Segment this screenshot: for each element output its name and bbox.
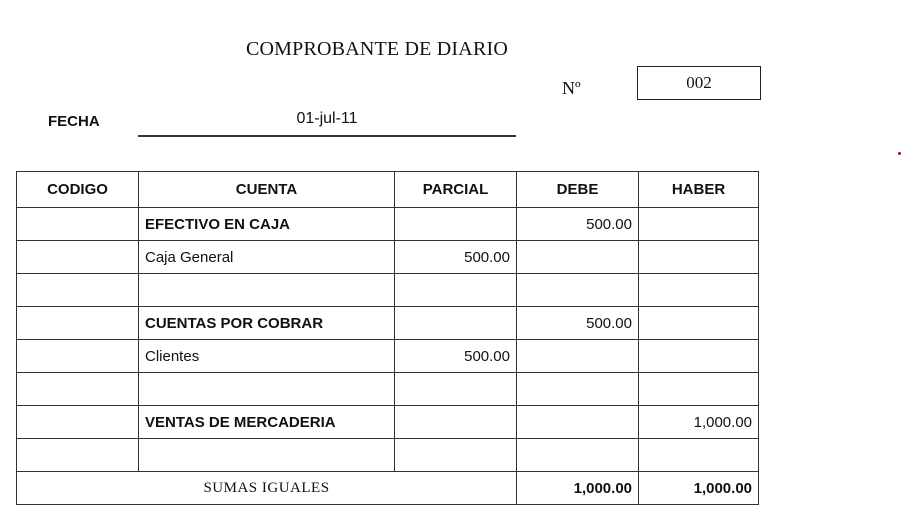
parcial-cell [394, 405, 517, 439]
haber-cell [638, 273, 759, 307]
parcial-cell [394, 438, 517, 472]
table-header-row: CODIGO CUENTA PARCIAL DEBE HABER [16, 171, 759, 208]
date-label: FECHA [48, 113, 100, 130]
cuenta-cell [138, 438, 395, 472]
table-row [16, 372, 759, 406]
voucher-number: 002 [686, 73, 712, 92]
parcial-cell [394, 207, 517, 241]
parcial-cell: 500.00 [394, 339, 517, 373]
parcial-cell [394, 306, 517, 340]
codigo-cell [16, 438, 139, 472]
cuenta-cell: EFECTIVO EN CAJA [138, 207, 395, 241]
table-row: CUENTAS POR COBRAR 500.00 [16, 306, 759, 340]
table-row: VENTAS DE MERCADERIA 1,000.00 [16, 405, 759, 439]
table-row: Clientes 500.00 [16, 339, 759, 373]
cuenta-cell: Caja General [138, 240, 395, 274]
parcial-cell [394, 372, 517, 406]
column-header-codigo: CODIGO [16, 171, 139, 208]
debe-cell [516, 273, 639, 307]
totals-label: SUMAS IGUALES [16, 471, 517, 505]
cuenta-cell: CUENTAS POR COBRAR [138, 306, 395, 340]
haber-cell [638, 438, 759, 472]
haber-cell [638, 339, 759, 373]
parcial-cell [394, 273, 517, 307]
table-row [16, 273, 759, 307]
debe-cell [516, 372, 639, 406]
page-title: COMPROBANTE DE DIARIO [246, 38, 508, 60]
haber-cell [638, 207, 759, 241]
debe-cell: 500.00 [516, 306, 639, 340]
haber-cell: 1,000.00 [638, 405, 759, 439]
codigo-cell [16, 372, 139, 406]
codigo-cell [16, 306, 139, 340]
totals-row: SUMAS IGUALES 1,000.00 1,000.00 [16, 471, 759, 505]
haber-cell [638, 372, 759, 406]
codigo-cell [16, 207, 139, 241]
parcial-cell: 500.00 [394, 240, 517, 274]
haber-cell [638, 306, 759, 340]
debe-cell [516, 339, 639, 373]
codigo-cell [16, 273, 139, 307]
column-header-parcial: PARCIAL [394, 171, 517, 208]
date-underline [138, 135, 516, 137]
column-header-haber: HABER [638, 171, 759, 208]
cuenta-cell: VENTAS DE MERCADERIA [138, 405, 395, 439]
table-row: Caja General 500.00 [16, 240, 759, 274]
table-row [16, 438, 759, 472]
table-row: EFECTIVO EN CAJA 500.00 [16, 207, 759, 241]
debe-cell: 500.00 [516, 207, 639, 241]
journal-table: CODIGO CUENTA PARCIAL DEBE HABER EFECTIV… [16, 171, 759, 505]
debe-cell [516, 405, 639, 439]
total-debe: 1,000.00 [516, 471, 639, 505]
cuenta-cell [138, 273, 395, 307]
codigo-cell [16, 240, 139, 274]
codigo-cell [16, 339, 139, 373]
codigo-cell [16, 405, 139, 439]
total-haber: 1,000.00 [638, 471, 759, 505]
date-value: 01-jul-11 [296, 110, 358, 127]
cuenta-cell: Clientes [138, 339, 395, 373]
debe-cell [516, 240, 639, 274]
cuenta-cell [138, 372, 395, 406]
column-header-debe: DEBE [516, 171, 639, 208]
number-label: Nº [562, 78, 581, 98]
column-header-cuenta: CUENTA [138, 171, 395, 208]
voucher-number-box: 002 [637, 66, 761, 100]
debe-cell [516, 438, 639, 472]
haber-cell [638, 240, 759, 274]
